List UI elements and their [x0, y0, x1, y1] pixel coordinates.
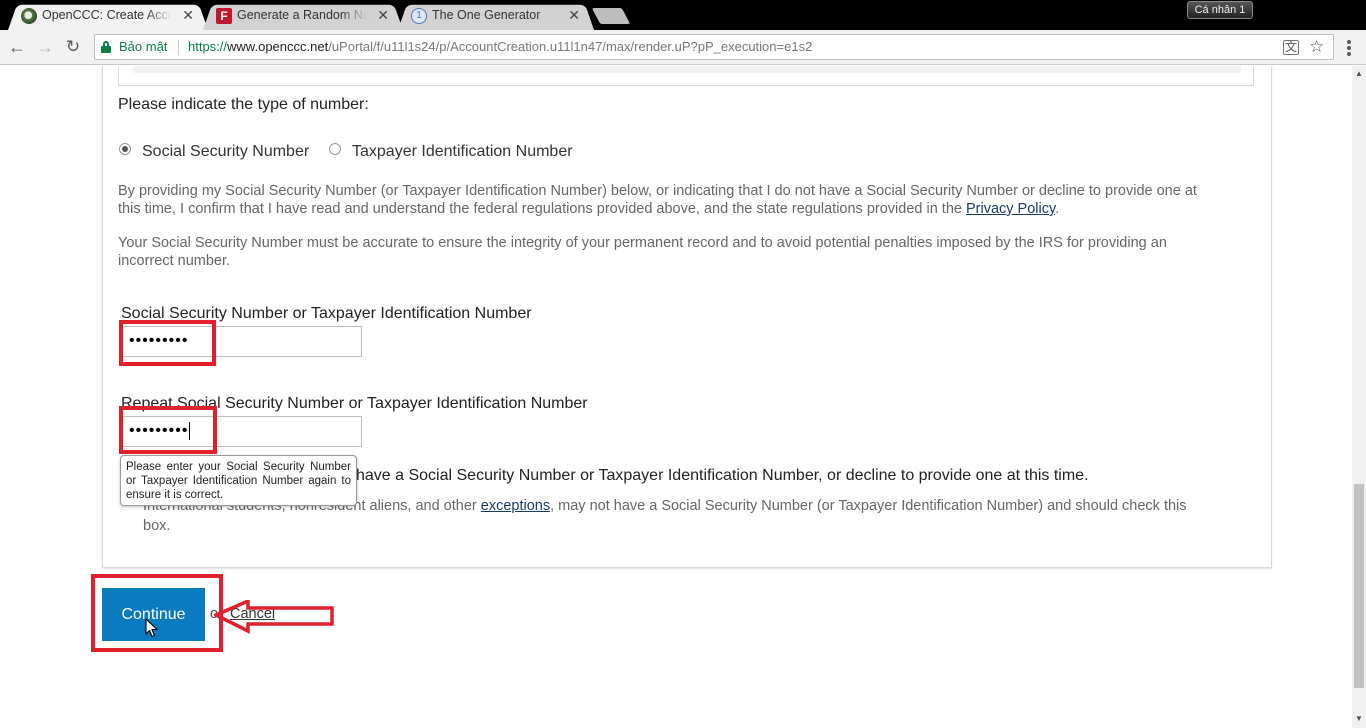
exceptions-link[interactable]: exceptions	[481, 498, 550, 514]
openccc-favicon-icon	[21, 8, 37, 24]
tab-one-generator[interactable]: 1 The One Generator ✕	[398, 2, 594, 30]
omnibox-divider	[178, 40, 179, 55]
browser-menu-icon[interactable]	[1341, 35, 1357, 59]
regulations-box	[118, 66, 1254, 86]
annotation-arrow-icon	[214, 600, 334, 634]
tab-close-icon[interactable]: ✕	[182, 7, 194, 23]
scroll-down-icon[interactable]: ▼	[1355, 714, 1363, 723]
page-scrollbar[interactable]: ▲ ▼	[1352, 66, 1366, 728]
mouse-pointer-icon	[145, 618, 158, 638]
bookmark-star-icon[interactable]: ☆	[1309, 37, 1324, 57]
tab-close-icon[interactable]: ✕	[377, 7, 389, 23]
radio-ssn-label[interactable]: Social Security Number	[142, 143, 309, 161]
reload-icon[interactable]: ↻	[61, 35, 85, 59]
tab-title: Generate a Random Name	[237, 8, 367, 22]
radio-ssn[interactable]	[119, 143, 131, 155]
tab-random-name[interactable]: F Generate a Random Name ✕	[203, 2, 403, 30]
annotation-box-continue	[91, 574, 223, 652]
forward-arrow-icon[interactable]: →	[33, 35, 57, 59]
decline-checkbox-label[interactable]: have a Social Security Number or Taxpaye…	[356, 467, 1089, 485]
lock-icon	[101, 41, 111, 53]
tab-title: The One Generator	[432, 8, 562, 22]
scrollbar-thumb[interactable]	[1354, 484, 1364, 688]
validation-tooltip: Please enter your Social Security Number…	[120, 455, 357, 506]
tab-title: OpenCCC: Create Account	[42, 8, 172, 22]
annotation-box-ssn	[119, 320, 216, 366]
radio-tin-label[interactable]: Taxpayer Identification Number	[352, 143, 573, 161]
number-type-question: Please indicate the type of number:	[118, 96, 369, 113]
fake-name-favicon-icon: F	[216, 8, 232, 24]
new-tab-button[interactable]	[591, 8, 631, 24]
url-path: /uPortal/f/u11l1s24/p/AccountCreation.u1…	[328, 39, 813, 54]
privacy-policy-link[interactable]: Privacy Policy	[966, 201, 1055, 217]
radio-tin[interactable]	[329, 143, 341, 155]
browser-toolbar: ← → ↻ Bảo mật https://www.openccc.net/uP…	[0, 30, 1366, 65]
profile-button[interactable]: Cá nhân 1	[1187, 1, 1253, 19]
tab-strip: OpenCCC: Create Account ✕ F Generate a R…	[0, 0, 1366, 30]
back-arrow-icon[interactable]: ←	[5, 35, 29, 59]
annotation-box-repeat	[119, 406, 217, 454]
tab-openccc[interactable]: OpenCCC: Create Account ✕	[8, 2, 208, 30]
one-generator-favicon-icon: 1	[411, 8, 427, 24]
consent-text: By providing my Social Security Number (…	[118, 183, 1197, 217]
accuracy-text: Your Social Security Number must be accu…	[118, 235, 1167, 269]
url-host: www.openccc.net	[227, 39, 329, 54]
url-scheme: https://	[188, 39, 228, 54]
address-bar[interactable]: Bảo mật https://www.openccc.net/uPortal/…	[94, 34, 1334, 60]
translate-icon[interactable]: 文	[1283, 40, 1299, 55]
secure-label: Bảo mật	[119, 39, 168, 54]
page-content: Please indicate the type of number: Soci…	[0, 66, 1352, 728]
url-text[interactable]: https://www.openccc.net/uPortal/f/u11l1s…	[188, 39, 812, 54]
scroll-up-icon[interactable]: ▲	[1355, 69, 1363, 78]
tab-close-icon[interactable]: ✕	[568, 7, 580, 23]
